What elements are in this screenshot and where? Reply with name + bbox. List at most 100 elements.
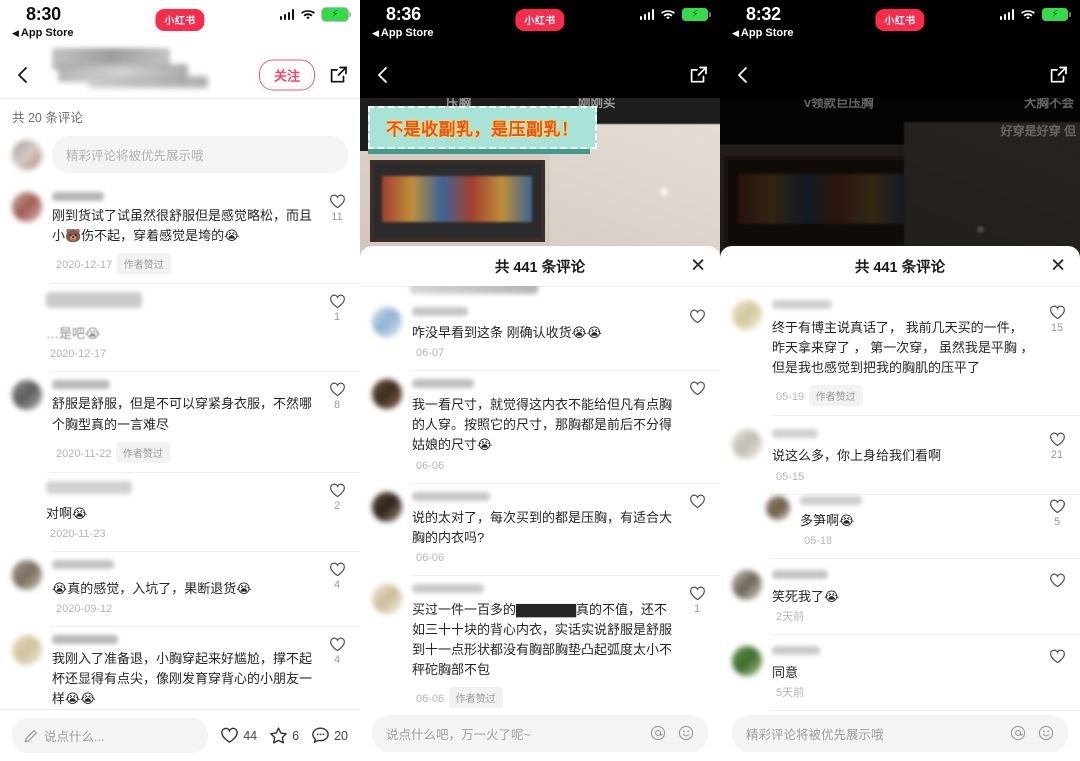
avatar[interactable] [732, 569, 762, 600]
list-item[interactable]: 舒服是舒服，但是不可以穿紧身衣服，不然哪个胸型真的一言难尽 2020-11-22… [0, 371, 360, 471]
back-chevron-icon[interactable] [374, 66, 392, 84]
commenter-name-redacted [52, 559, 114, 569]
status-back-to-app[interactable]: ◀ App Store [732, 27, 793, 39]
commenter-name-redacted [412, 583, 484, 593]
like-control[interactable]: 15 [1044, 304, 1070, 334]
avatar[interactable] [12, 192, 42, 222]
list-item[interactable]: 同意 5天前 [720, 633, 1080, 710]
share-icon[interactable] [1049, 66, 1068, 85]
comment-count-label: 共 441 条评论 [494, 259, 586, 276]
video-tag-right-secondary[interactable]: 好穿是好穿 但 [1001, 122, 1076, 139]
avatar[interactable] [732, 300, 762, 330]
list-item[interactable]: 笑死我了😭 2天前 [720, 557, 1080, 634]
comment-input[interactable]: 精彩评论将被优先展示哦 [732, 714, 1068, 752]
avatar[interactable] [372, 491, 402, 522]
inline-composer[interactable]: 精彩评论将被优先展示哦 [0, 132, 360, 183]
video-tag-right[interactable]: 大胸不会 [1024, 98, 1074, 111]
like-control[interactable]: 1 [324, 293, 350, 323]
heart-icon [329, 562, 345, 576]
like-control[interactable]: 4 [324, 561, 350, 591]
close-icon[interactable]: ✕ [690, 257, 706, 276]
panel-video-comments-b: 8:32 ◀ App Store 小红书 ⚡ v领款巨压胸 大胸不会 好穿是好穿… [720, 0, 1080, 761]
comment-text: 终于有博主说真话了， 我前几天买的一件， 昨天拿来穿了 ， 第一次穿， 虽然我是… [772, 320, 1034, 376]
follow-button[interactable]: 关注 [258, 59, 315, 91]
avatar[interactable] [372, 307, 402, 337]
commenter-name-redacted [772, 429, 818, 439]
video-player[interactable]: v领款巨压胸 大胸不会 好穿是好穿 但 共 441 条评论 ✕ 终于有博主说真话… [720, 98, 1080, 761]
list-item[interactable]: 买过一件一百多的▇▇▇▇▇▇真的不值，还不如三十十块的背心内衣，实话实说舒服是舒… [360, 574, 720, 711]
avatar[interactable] [766, 495, 790, 520]
like-control[interactable]: 5 [1044, 498, 1070, 528]
list-item[interactable]: 咋没早看到这条 刚确认收货😭😭 06-07 [360, 298, 720, 370]
comment-input[interactable]: 说点什么... [12, 718, 209, 753]
list-item[interactable]: 说的太对了，每次买到的都是压胸，有适合大胸的内衣吗? 06-06 [360, 482, 720, 575]
list-item[interactable]: 多笋啊😭 05-18 5 [720, 493, 1080, 558]
video-tag-left[interactable]: v领款巨压胸 [804, 98, 873, 111]
avatar[interactable] [12, 380, 42, 411]
like-control[interactable]: 1 [684, 585, 710, 615]
collect-button[interactable]: 6 [269, 726, 299, 745]
like-control[interactable]: 4 [324, 636, 350, 666]
like-control[interactable]: 2 [324, 482, 350, 512]
avatar[interactable] [372, 379, 402, 410]
author-liked-badge: 作者赞过 [116, 253, 171, 275]
comment-input-placeholder: 说点什么... [44, 730, 105, 744]
like-control[interactable] [1044, 572, 1070, 590]
avatar[interactable] [732, 645, 762, 676]
status-back-to-app[interactable]: ◀ App Store [12, 27, 73, 39]
status-back-label: App Store [20, 27, 74, 39]
avatar[interactable] [372, 583, 402, 614]
heart-icon [1049, 573, 1065, 587]
like-control[interactable] [1044, 648, 1070, 666]
comment-bubble-icon [312, 727, 329, 743]
like-control[interactable] [684, 380, 710, 398]
avatar[interactable] [12, 634, 42, 665]
comment-text: 同意 [772, 664, 799, 680]
like-control[interactable]: 8 [324, 381, 350, 411]
commenter-name-redacted [52, 192, 104, 201]
nav-bar: 关注 [0, 48, 360, 98]
pencil-icon [24, 729, 37, 742]
like-count: 44 [243, 728, 258, 743]
status-back-to-app[interactable]: ◀ App Store [372, 27, 433, 39]
list-item[interactable]: 我一看尺寸，就觉得这内衣不能给但凡有点胸的人穿。按照它的尺寸，那胸都是前后不分得… [360, 370, 720, 482]
heart-icon [1049, 432, 1065, 447]
note-author-redacted[interactable] [48, 48, 223, 92]
app-logo-badge: 小红书 [875, 9, 925, 31]
heart-icon [1049, 649, 1065, 663]
status-back-label: App Store [740, 27, 794, 39]
comment-date: 06-07 [416, 347, 445, 360]
comment-input[interactable]: 说点什么吧，万一火了呢~ [372, 714, 708, 752]
avatar[interactable] [732, 429, 762, 460]
video-player[interactable]: 压胸 刚刚买 不是收副乳，是压副乳！ 共 441 条评论 ✕ 咋没早看到这条 刚… [360, 98, 720, 761]
like-control[interactable]: 21 [1044, 431, 1070, 461]
share-icon[interactable] [689, 66, 708, 85]
author-liked-badge: 作者赞过 [448, 687, 503, 709]
comment-input-placeholder[interactable]: 精彩评论将被优先展示哦 [52, 136, 348, 173]
commenter-name-redacted [412, 307, 468, 316]
list-item[interactable]: 对啊😭 2020-11-23 2 [0, 471, 360, 551]
like-control[interactable] [684, 493, 710, 511]
list-item[interactable]: 😭真的感觉，入坑了，果断退货😭 2020-09-12 4 [0, 550, 360, 626]
list-item[interactable]: 终于有博主说真话了， 我前几天买的一件， 昨天拿来穿了 ， 第一次穿， 虽然我是… [720, 286, 1080, 415]
like-control[interactable]: 11 [324, 193, 350, 223]
like-control[interactable] [684, 308, 710, 326]
list-item[interactable]: 超级压胸，36C不配穿 06-28 1 [720, 709, 1080, 711]
share-icon[interactable] [329, 66, 348, 85]
close-icon[interactable]: ✕ [1050, 257, 1066, 276]
heart-icon [1049, 305, 1065, 320]
like-button[interactable]: 44 [220, 726, 257, 745]
panel-note-comments: 8:30 ◀ App Store 小红书 ⚡ 关注 共 20 条评论 精彩评论将… [0, 0, 360, 761]
status-bar: 8:32 ◀ App Store 小红书 ⚡ [720, 0, 1080, 52]
list-item[interactable]: …是吧😭 2020-12-17 1 [0, 283, 360, 371]
list-item[interactable]: 刚到货试了试虽然很舒服但是感觉略松，而且小🐻伤不起，穿着感觉是垮的😭 2020-… [0, 183, 360, 283]
avatar[interactable] [12, 559, 42, 590]
author-liked-badge: 作者赞过 [115, 441, 170, 463]
back-chevron-icon[interactable] [734, 66, 752, 84]
comment-text: …是吧😭 [46, 326, 101, 342]
back-chevron-icon[interactable] [14, 66, 32, 84]
comment-date: 06-06 [416, 551, 445, 564]
list-item[interactable]: 说这么多，你上身给我们看啊 05-15 21 [720, 415, 1080, 493]
comment-button[interactable]: 20 [311, 726, 348, 745]
comment-text: 说这么多，你上身给我们看啊 [772, 448, 942, 464]
